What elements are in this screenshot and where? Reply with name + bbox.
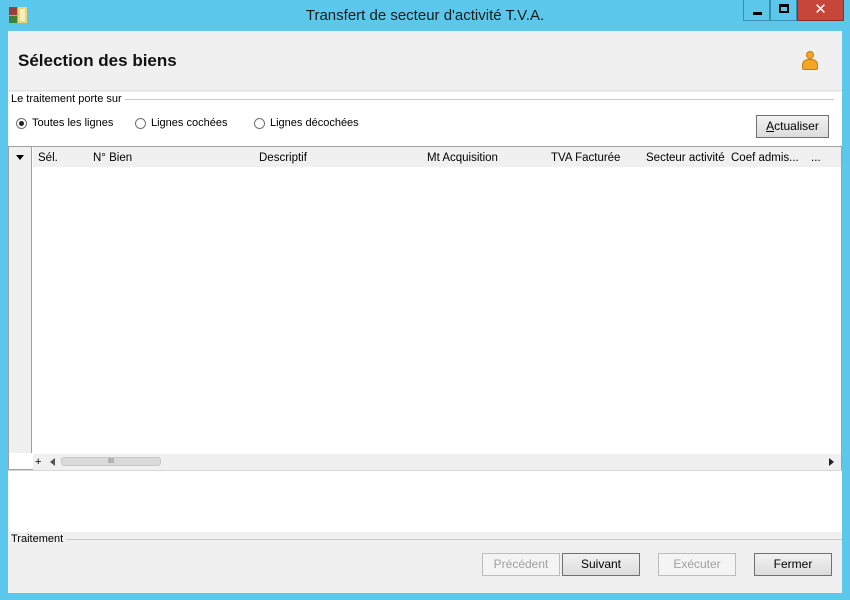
column-header-asset-number[interactable]: N° Bien <box>93 152 132 164</box>
processing-group-label: Traitement <box>11 533 67 545</box>
column-header-admitted-coef[interactable]: Coef admis... <box>731 152 799 164</box>
column-header-vat-invoiced[interactable]: TVA Facturée <box>551 152 620 164</box>
radio-indicator <box>16 117 27 129</box>
column-header-more[interactable]: ... <box>811 152 821 164</box>
radio-label: Toutes les lignes <box>32 117 114 129</box>
grid-header: Sél. N° Bien Descriptif Mt Acquisition T… <box>33 147 841 167</box>
expand-icon[interactable]: + <box>35 455 41 469</box>
maximize-icon <box>779 4 789 13</box>
close-icon: ✕ <box>814 1 827 18</box>
assets-grid[interactable]: Sél. N° Bien Descriptif Mt Acquisition T… <box>8 146 842 470</box>
options-group: Le traitement porte sur Toutes les ligne… <box>8 92 842 146</box>
close-window-button[interactable]: ✕ <box>797 0 844 21</box>
group-divider <box>11 539 842 540</box>
column-header-sel[interactable]: Sél. <box>38 152 58 164</box>
page-header: Sélection des biens <box>8 31 842 91</box>
options-group-label: Le traitement porte sur <box>11 93 125 105</box>
row-header-column <box>9 147 32 453</box>
radio-indicator <box>135 117 146 129</box>
minimize-icon <box>753 12 762 15</box>
grid-body[interactable] <box>33 167 841 453</box>
status-area <box>8 470 842 532</box>
radio-label: Lignes cochées <box>151 117 228 129</box>
page-title: Sélection des biens <box>18 51 177 70</box>
grid-dropdown-icon[interactable] <box>16 155 24 160</box>
column-header-acquisition-amount[interactable]: Mt Acquisition <box>427 152 498 164</box>
previous-button[interactable]: Précédent <box>482 553 560 576</box>
radio-checked-lines[interactable]: Lignes cochées <box>135 116 227 130</box>
window-title: Transfert de secteur d'activité T.V.A. <box>305 7 545 24</box>
radio-all-lines[interactable]: Toutes les lignes <box>16 116 113 130</box>
next-button[interactable]: Suivant <box>562 553 640 576</box>
title-bar[interactable]: Transfert de secteur d'activité T.V.A. ✕ <box>0 0 850 31</box>
scroll-left-icon[interactable] <box>50 458 55 466</box>
maximize-button[interactable] <box>770 0 797 21</box>
column-header-activity-sector[interactable]: Secteur activité <box>646 152 725 164</box>
radio-indicator <box>254 117 265 129</box>
column-header-description[interactable]: Descriptif <box>259 152 307 164</box>
application-window: Transfert de secteur d'activité T.V.A. ✕… <box>0 0 850 600</box>
scroll-right-icon[interactable] <box>829 458 834 466</box>
group-divider <box>11 99 834 100</box>
radio-label: Lignes décochées <box>270 117 359 129</box>
user-icon <box>801 51 819 72</box>
client-area: Sélection des biens Le traitement porte … <box>8 31 842 593</box>
radio-unchecked-lines[interactable]: Lignes décochées <box>254 116 359 130</box>
scrollbar-thumb[interactable]: III <box>61 457 161 466</box>
horizontal-scrollbar[interactable]: + III <box>33 454 841 470</box>
minimize-button[interactable] <box>743 0 770 21</box>
refresh-button[interactable]: Actualiser <box>756 115 829 138</box>
execute-button[interactable]: Exécuter <box>658 553 736 576</box>
close-button[interactable]: Fermer <box>754 553 832 576</box>
